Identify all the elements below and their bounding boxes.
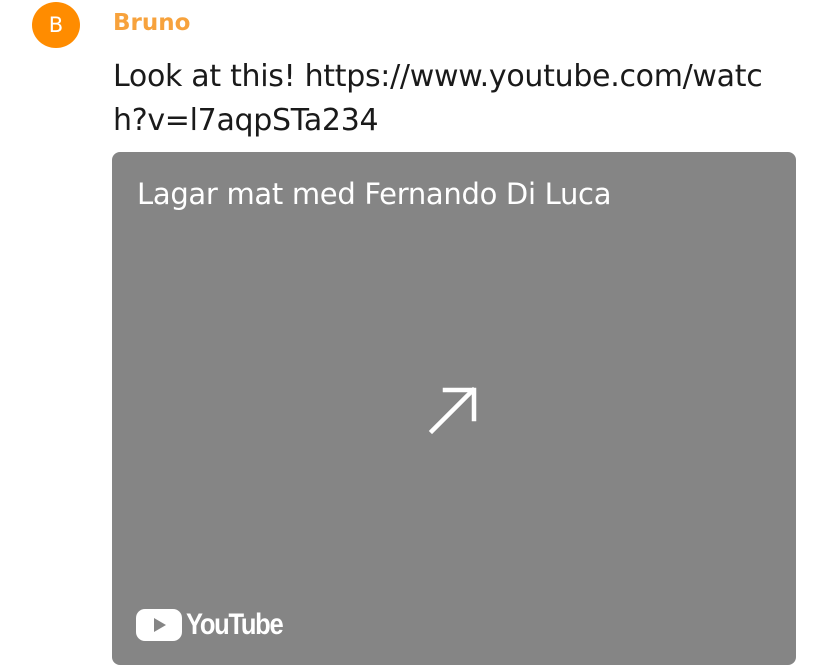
arrow-up-right-icon[interactable] <box>428 384 480 436</box>
sender-name[interactable]: Bruno <box>113 10 190 36</box>
sender-avatar[interactable]: B <box>32 2 80 48</box>
youtube-wordmark: YouTube <box>186 608 284 641</box>
avatar-initial: B <box>48 13 64 37</box>
youtube-logo: YouTube <box>136 608 299 642</box>
link-preview-title: Lagar mat med Fernando Di Luca <box>137 177 612 211</box>
message-text: Look at this! https://www.youtube.com/wa… <box>113 59 763 138</box>
youtube-play-icon <box>136 609 182 641</box>
link-preview-card[interactable]: Lagar mat med Fernando Di Luca YouTube <box>112 152 796 665</box>
